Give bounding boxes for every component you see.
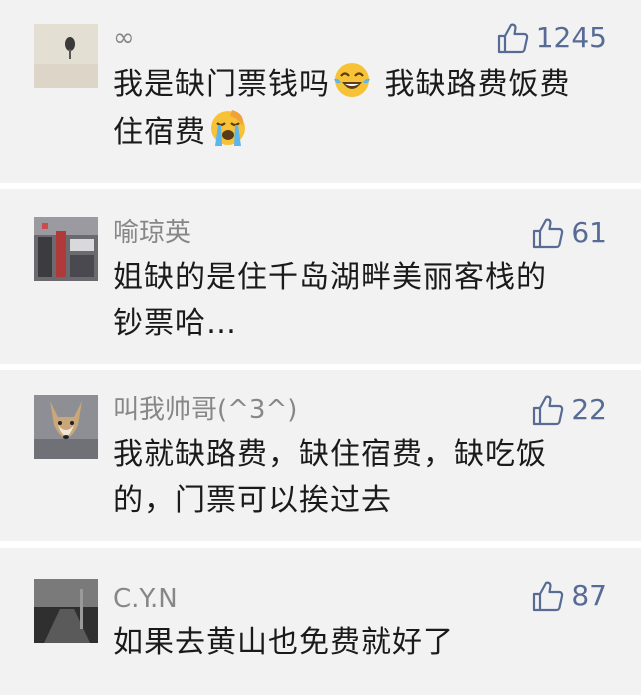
thumbs-up-icon [533, 581, 564, 612]
comment-line: 我是缺门票钱吗 我缺路费饭费 [113, 60, 613, 108]
like-button[interactable]: 61 [531, 215, 607, 251]
comment-item: C.Y.N 87 如果去黄山也免费就好了 [0, 548, 641, 695]
comment-line: 的，门票可以挨过去 [113, 483, 392, 518]
comment-text: 我是缺门票钱吗 我缺路费饭费 住宿费 [113, 60, 613, 156]
comment-line: 钞票哈… [113, 306, 237, 341]
like-count: 1245 [535, 21, 607, 54]
comment-item: ∞ 1245 我是缺门票钱吗 我缺路费饭费 住宿费 [0, 0, 641, 183]
comment-text-segment: 住宿费 [113, 115, 206, 150]
comment-text: 姐缺的是住千岛湖畔美丽客栈的 钞票哈… [113, 255, 613, 347]
like-button[interactable]: 1245 [496, 20, 607, 56]
thumbs-up-icon [533, 395, 564, 426]
comment-line: 住宿费 [113, 108, 613, 156]
comment-line: 如果去黄山也免费就好了 [113, 625, 454, 660]
commenter-name[interactable]: 喻琼英 [113, 215, 191, 251]
comment-text: 我就缺路费，缺住宿费，缺吃饭 的，门票可以挨过去 [113, 432, 613, 524]
avatar[interactable] [34, 217, 98, 281]
avatar[interactable] [34, 579, 98, 643]
comment-line: 我就缺路费，缺住宿费，缺吃饭 [113, 437, 547, 472]
like-count: 22 [571, 393, 607, 426]
loudly-crying-emoji [211, 110, 245, 146]
comment-line: 姐缺的是住千岛湖畔美丽客栈的 [113, 260, 547, 295]
comment-text-segment: 我缺路费饭费 [374, 67, 571, 102]
thumbs-up-icon [497, 23, 528, 54]
comment-text-segment: 我是缺门票钱吗 [113, 67, 330, 102]
thumbs-up-icon [533, 218, 564, 249]
avatar[interactable] [34, 24, 98, 88]
like-button[interactable]: 22 [531, 392, 607, 428]
comment-item: 叫我帅哥(^3^) 22 我就缺路费，缺住宿费，缺吃饭 的，门票可以挨过去 [0, 370, 641, 541]
avatar[interactable] [34, 395, 98, 459]
commenter-name[interactable]: 叫我帅哥(^3^) [113, 392, 297, 428]
comment-text: 如果去黄山也免费就好了 [113, 620, 613, 666]
comment-feed: ∞ 1245 我是缺门票钱吗 我缺路费饭费 住宿费 喻琼英 61 姐缺的是住千岛… [0, 0, 641, 695]
like-button[interactable]: 87 [531, 578, 607, 614]
commenter-name[interactable]: ∞ [113, 20, 135, 56]
comment-item: 喻琼英 61 姐缺的是住千岛湖畔美丽客栈的 钞票哈… [0, 189, 641, 364]
commenter-name[interactable]: C.Y.N [113, 581, 178, 617]
tears-of-joy-emoji [334, 63, 370, 97]
like-count: 61 [571, 216, 607, 249]
like-count: 87 [571, 579, 607, 612]
